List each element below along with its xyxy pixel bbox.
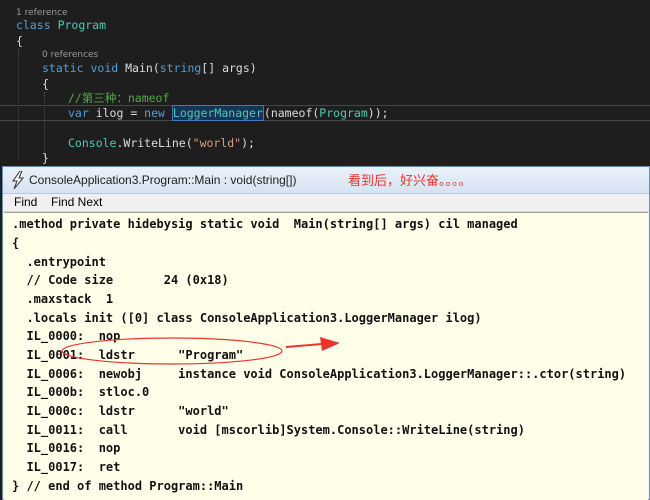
annotation-overlay bbox=[61, 337, 340, 365]
annotation-text: 看到后，好兴奋。。。。 bbox=[348, 174, 472, 189]
highlight-ellipse bbox=[61, 337, 283, 365]
arrow-shaft bbox=[285, 343, 323, 348]
arrow-head-icon bbox=[320, 337, 340, 351]
